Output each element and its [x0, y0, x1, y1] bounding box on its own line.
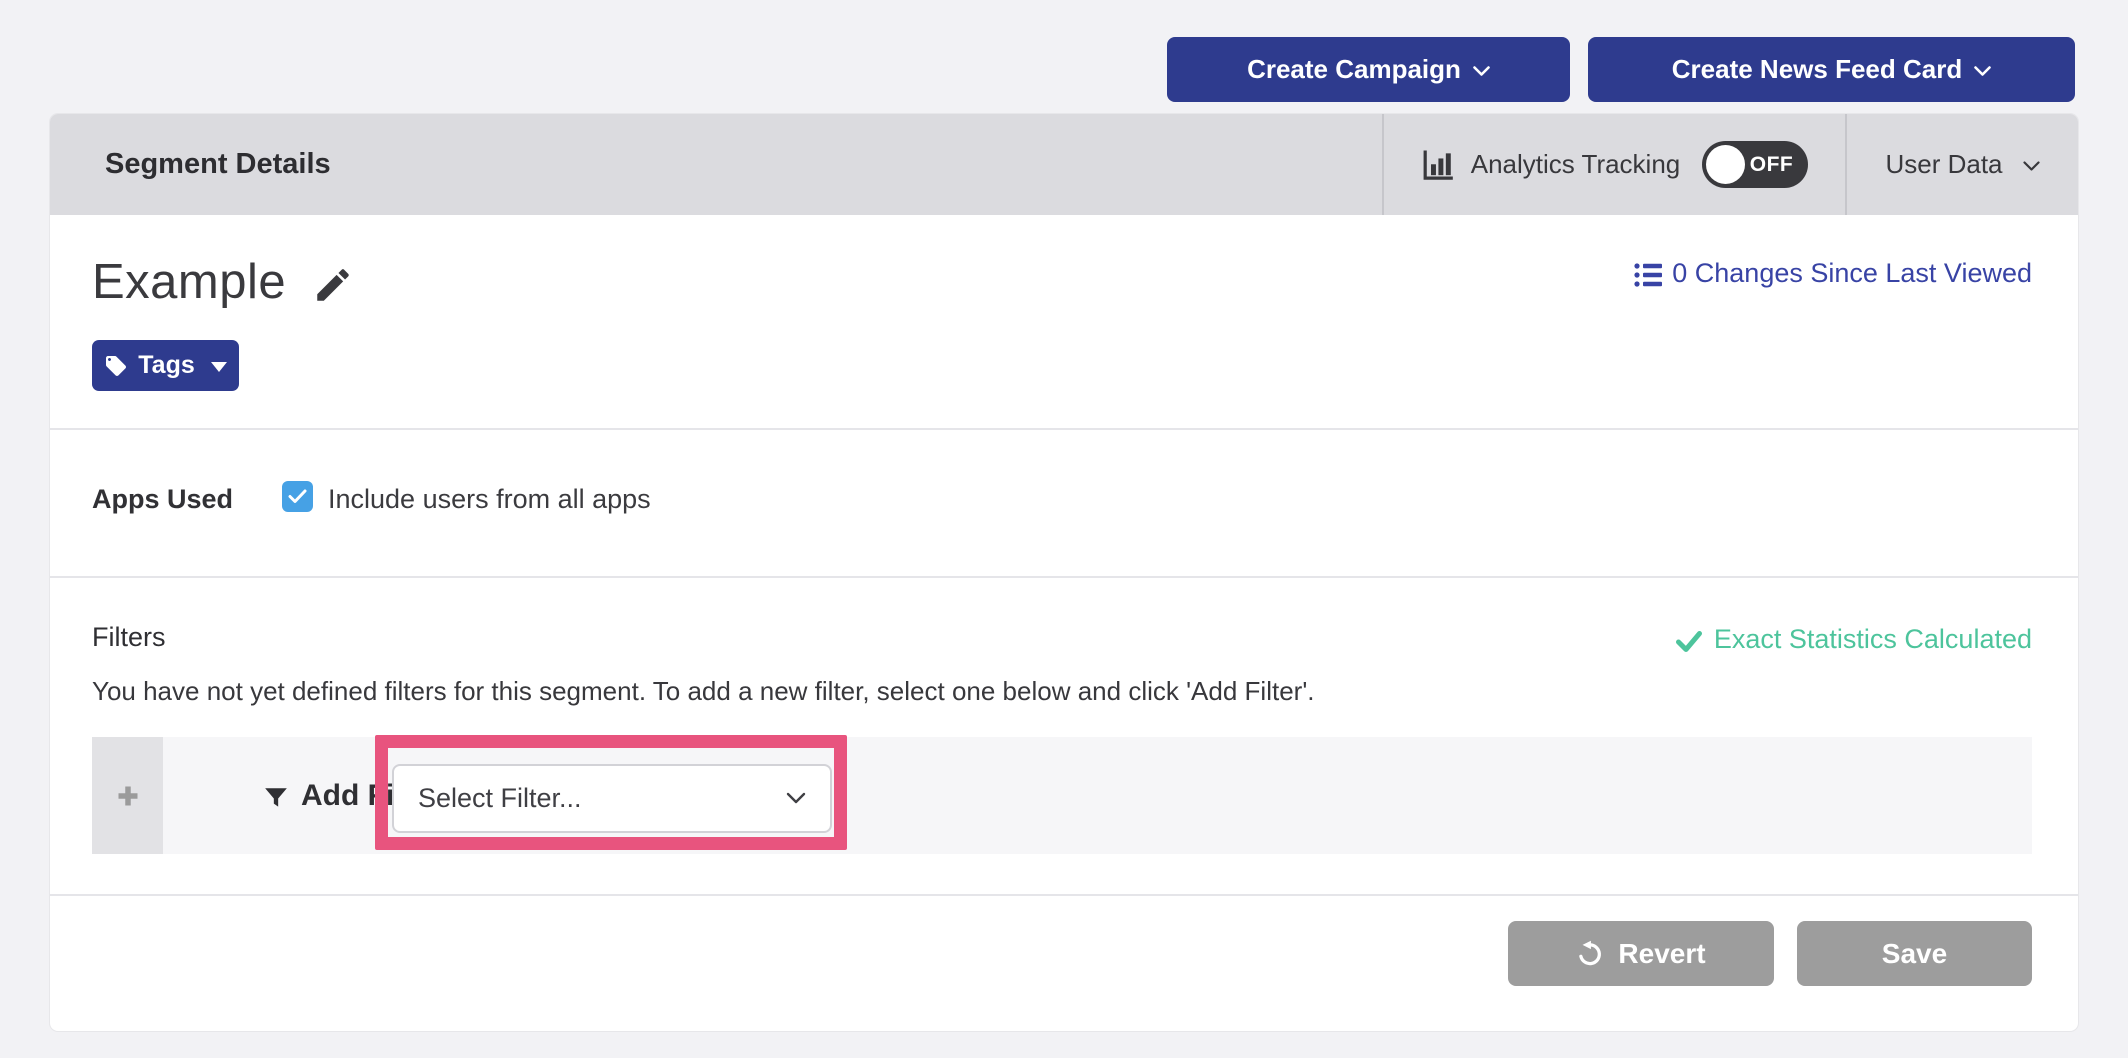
include-all-apps-checkbox[interactable] [282, 481, 313, 512]
include-all-apps-label[interactable]: Include users from all apps [328, 484, 651, 515]
chevron-down-icon [1473, 66, 1490, 77]
create-campaign-button[interactable]: Create Campaign [1167, 37, 1570, 102]
user-data-dropdown[interactable]: User Data [1845, 114, 2078, 215]
toggle-knob [1706, 145, 1745, 184]
changes-since-last-viewed-link[interactable]: 0 Changes Since Last Viewed [1634, 258, 2032, 289]
select-filter-placeholder: Select Filter... [418, 783, 582, 814]
segment-details-panel: Segment Details Analytics Tracking OFF U… [50, 114, 2078, 1031]
checkmark-icon [288, 489, 307, 504]
check-icon [1676, 631, 1702, 652]
filter-funnel-icon [263, 785, 289, 811]
edit-pencil-icon[interactable] [312, 264, 354, 306]
divider [50, 428, 2078, 430]
analytics-tracking-section: Analytics Tracking OFF [1382, 114, 1845, 215]
plus-icon [116, 784, 140, 808]
save-label: Save [1882, 938, 1947, 970]
divider [50, 894, 2078, 896]
page: Create Campaign Create News Feed Card Se… [0, 0, 2128, 1058]
caret-down-icon [211, 362, 227, 372]
create-news-feed-card-label: Create News Feed Card [1672, 54, 1962, 85]
apps-used-label: Apps Used [92, 484, 233, 515]
chevron-down-icon [786, 792, 806, 805]
tags-button[interactable]: Tags [92, 340, 239, 391]
page-title: Segment Details [105, 114, 331, 215]
select-filter-dropdown[interactable]: Select Filter... [392, 764, 832, 833]
chevron-down-icon [1974, 66, 1991, 77]
analytics-tracking-toggle[interactable]: OFF [1702, 141, 1808, 188]
tag-icon [104, 354, 128, 378]
create-campaign-label: Create Campaign [1247, 54, 1461, 85]
bar-chart-icon [1421, 149, 1457, 181]
save-button[interactable]: Save [1797, 921, 2032, 986]
create-news-feed-card-button[interactable]: Create News Feed Card [1588, 37, 2075, 102]
tags-label: Tags [138, 351, 195, 380]
analytics-tracking-label: Analytics Tracking [1471, 149, 1681, 180]
toggle-state-label: OFF [1750, 141, 1794, 188]
filters-description: You have not yet defined filters for thi… [92, 676, 1315, 707]
chevron-down-icon [2023, 161, 2040, 172]
changes-link-label: 0 Changes Since Last Viewed [1672, 258, 2032, 289]
segment-name: Example [92, 254, 286, 310]
exact-statistics-label: Exact Statistics Calculated [1714, 624, 2032, 655]
divider [50, 576, 2078, 578]
change-list-icon [1634, 262, 1662, 288]
filters-heading: Filters [92, 622, 166, 653]
revert-label: Revert [1618, 938, 1705, 970]
user-data-label: User Data [1885, 149, 2002, 180]
add-filter-plus-button[interactable] [92, 737, 163, 854]
add-filter-row: Add Filter [92, 737, 2032, 854]
panel-header: Segment Details Analytics Tracking OFF U… [50, 114, 2078, 215]
revert-undo-icon [1576, 940, 1604, 968]
exact-statistics-status: Exact Statistics Calculated [1676, 624, 2032, 655]
segment-name-row: Example [92, 254, 354, 310]
revert-button[interactable]: Revert [1508, 921, 1774, 986]
